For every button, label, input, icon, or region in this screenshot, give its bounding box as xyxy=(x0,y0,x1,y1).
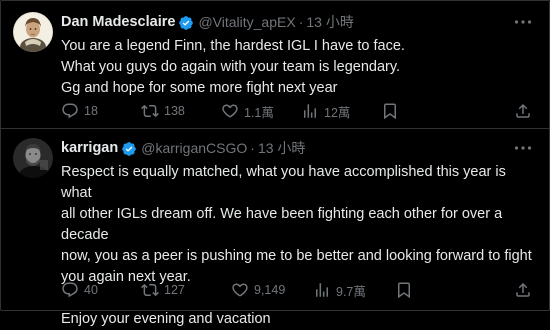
tweet[interactable]: karrigan @karriganCSGO · 13 小時 Respect i… xyxy=(1,129,549,327)
like-button[interactable]: 9,149 xyxy=(231,281,313,299)
author-name[interactable]: Dan Madesclaire xyxy=(61,13,175,32)
reply-button[interactable]: 40 xyxy=(61,281,141,299)
tweet-text-line: Enjoy your evening and vacation xyxy=(61,311,271,327)
avatar-image xyxy=(13,12,53,52)
retweet-count: 138 xyxy=(164,104,185,118)
tweet-header: karrigan @karriganCSGO · 13 小時 xyxy=(61,139,535,158)
heart-icon xyxy=(232,283,248,297)
verified-badge-icon xyxy=(121,141,137,157)
share-button[interactable] xyxy=(514,281,537,299)
bookmark-button[interactable] xyxy=(381,102,421,120)
more-options-icon[interactable] xyxy=(513,15,533,29)
tweet-actions: 18 138 1.1萬 12萬 xyxy=(61,102,537,120)
bookmark-icon xyxy=(384,103,396,120)
share-icon xyxy=(516,282,530,297)
tweet-actions: 40 127 9,149 9.7萬 xyxy=(61,281,537,299)
share-button[interactable] xyxy=(514,102,537,120)
author-handle[interactable]: @karriganCSGO xyxy=(141,139,247,158)
views-bar-chart-icon xyxy=(304,104,316,118)
reply-icon xyxy=(62,282,78,298)
tweet-text-line: Respect is equally matched, what you hav… xyxy=(61,164,510,201)
reply-count: 40 xyxy=(84,283,98,297)
views-button[interactable]: 9.7萬 xyxy=(313,281,395,299)
bookmark-icon xyxy=(398,282,410,299)
separator-dot: · xyxy=(250,140,255,156)
tweet-text-line: You are a legend Finn, the hardest IGL I… xyxy=(61,38,405,54)
retweet-icon xyxy=(141,283,159,297)
heart-icon xyxy=(222,104,238,118)
reply-icon xyxy=(62,103,78,119)
tweet-text-line: What you guys do again with your team is… xyxy=(61,59,401,75)
reply-button[interactable]: 18 xyxy=(61,102,141,120)
share-icon xyxy=(516,103,530,118)
retweet-count: 127 xyxy=(164,283,185,297)
views-bar-chart-icon xyxy=(316,283,328,297)
bookmark-button[interactable] xyxy=(395,281,495,299)
avatar-image xyxy=(13,138,53,178)
views-count: 9.7萬 xyxy=(336,284,366,299)
avatar-karrigan[interactable] xyxy=(13,138,53,178)
more-options-icon[interactable] xyxy=(513,141,533,155)
tweet-text: You are a legend Finn, the hardest IGL I… xyxy=(61,36,535,99)
tweet-content: karrigan @karriganCSGO · 13 小時 Respect i… xyxy=(61,139,535,330)
author-handle[interactable]: @Vitality_apEX xyxy=(198,13,295,32)
views-button[interactable]: 12萬 xyxy=(301,102,381,120)
retweet-icon xyxy=(141,104,159,118)
views-count: 12萬 xyxy=(324,105,351,120)
thread-frame: Dan Madesclaire @Vitality_apEX · 13 小時 Y… xyxy=(0,0,550,327)
tweet-text-line: Gg and hope for some more fight next yea… xyxy=(61,80,338,96)
avatar-dan-madesclaire[interactable] xyxy=(13,12,53,52)
tweet-text-line: now, you as a peer is pushing me to be b… xyxy=(61,248,532,264)
tweet-time[interactable]: 13 小時 xyxy=(258,139,305,158)
tweet-header: Dan Madesclaire @Vitality_apEX · 13 小時 xyxy=(61,13,535,32)
verified-badge-icon xyxy=(178,15,194,31)
retweet-button[interactable]: 138 xyxy=(141,102,221,120)
author-name[interactable]: karrigan xyxy=(61,139,118,158)
tweet[interactable]: Dan Madesclaire @Vitality_apEX · 13 小時 Y… xyxy=(1,1,549,129)
tweet-content: Dan Madesclaire @Vitality_apEX · 13 小時 Y… xyxy=(61,13,535,99)
retweet-button[interactable]: 127 xyxy=(141,281,231,299)
reply-count: 18 xyxy=(84,104,98,118)
tweet-text-line: all other IGLs dream off. We have been f… xyxy=(61,206,507,243)
like-count: 1.1萬 xyxy=(244,105,274,120)
tweet-text: Respect is equally matched, what you hav… xyxy=(61,162,535,330)
tweet-time[interactable]: 13 小時 xyxy=(306,13,353,32)
separator-dot: · xyxy=(298,14,304,30)
like-button[interactable]: 1.1萬 xyxy=(221,102,301,120)
like-count: 9,149 xyxy=(254,283,286,297)
